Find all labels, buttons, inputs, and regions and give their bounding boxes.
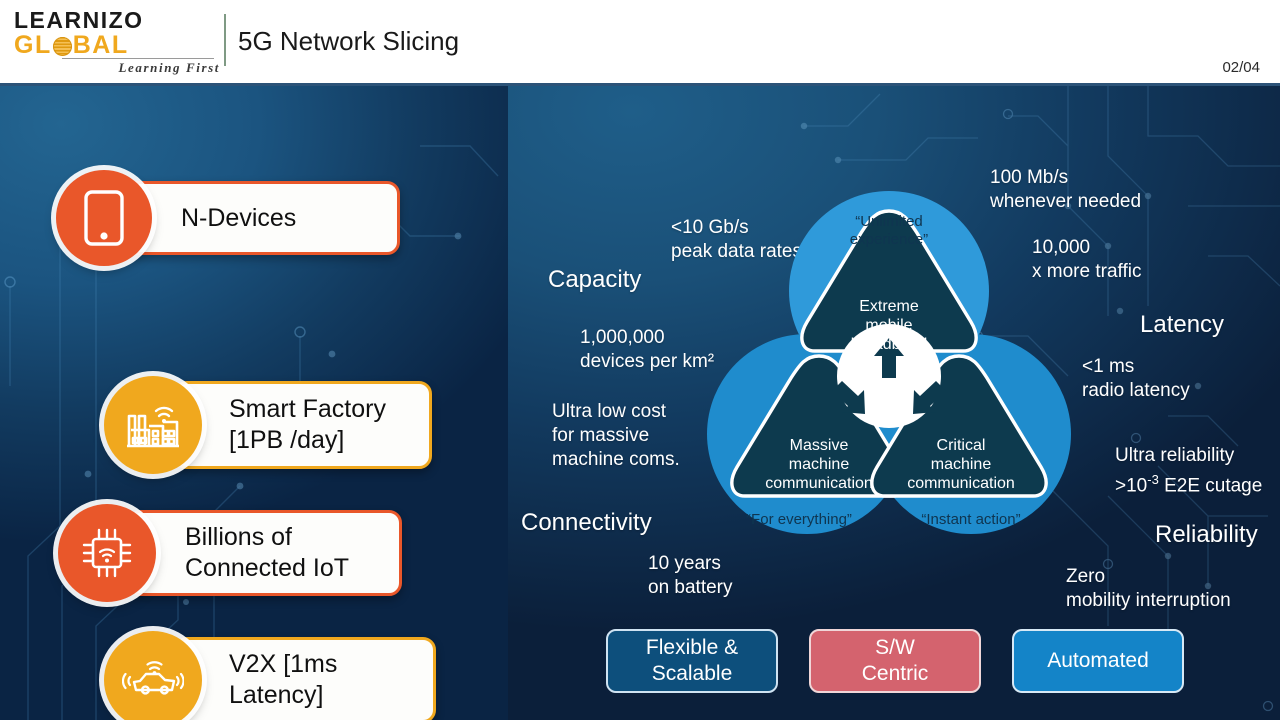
iot-chip-icon	[82, 528, 132, 578]
header-divider	[224, 14, 226, 66]
left-card-label: Smart Factory [1PB /day]	[229, 395, 386, 454]
petal-title-left: Massive	[790, 437, 849, 454]
right-panel: Capacity Latency Connectivity Reliabilit…	[508, 86, 1280, 720]
svg-text:communication: communication	[907, 475, 1015, 492]
left-item-connected-iot[interactable]: Billions of Connected IoT	[58, 504, 402, 602]
left-card-label: Billions of Connected IoT	[185, 523, 349, 582]
logo-divider-rule	[62, 58, 214, 59]
logo-global-prefix: GL	[14, 31, 52, 59]
left-card-connected-iot[interactable]: Billions of Connected IoT	[128, 510, 402, 596]
slide-header: LEARNIZO GL BAL Learning First 5G Network…	[0, 0, 1280, 86]
icon-badge-smartphone	[56, 170, 152, 266]
note-zero-mobility: Zero mobility interruption	[1066, 566, 1231, 611]
left-card-label: N-Devices	[181, 203, 297, 232]
left-card-label: V2X [1ms Latency]	[229, 650, 338, 709]
petal-quote-right: “Instant action”	[921, 511, 1020, 528]
e2e-prefix: >10	[1115, 475, 1148, 497]
left-card-smart-factory[interactable]: Smart Factory [1PB /day]	[174, 381, 432, 469]
logo-text-learnizo: LEARNIZO	[14, 7, 144, 33]
connected-car-icon	[122, 661, 184, 695]
pill-label: S/W Centric	[861, 636, 929, 685]
icon-badge-factory	[104, 376, 202, 474]
note-ultra-reliability: Ultra reliability	[1115, 445, 1235, 466]
label-capacity: Capacity	[548, 266, 642, 293]
label-latency: Latency	[1140, 311, 1225, 338]
svg-text:communication: communication	[765, 475, 873, 492]
pill-flexible-scalable[interactable]: Flexible & Scalable	[606, 629, 778, 693]
pill-automated[interactable]: Automated	[1012, 629, 1184, 693]
note-battery-life: 10 years on battery	[648, 553, 733, 598]
icon-badge-connected-car	[104, 631, 202, 720]
svg-text:experience”: experience”	[850, 231, 928, 248]
left-card-v2x[interactable]: V2X [1ms Latency]	[174, 637, 436, 720]
note-e2e-outage: >10-3 E2E cutage	[1115, 468, 1262, 498]
label-reliability: Reliability	[1155, 521, 1258, 548]
slide-root: LEARNIZO GL BAL Learning First 5G Network…	[0, 0, 1280, 720]
pill-label: Automated	[1047, 649, 1149, 672]
svg-text:machine: machine	[789, 456, 850, 473]
left-item-v2x[interactable]: V2X [1ms Latency]	[104, 631, 436, 720]
petal-quote-left: “For everything”	[746, 511, 852, 528]
logo-text-global: GL BAL	[14, 32, 214, 58]
note-ultra-low-cost: Ultra low cost for massive machine coms.	[552, 401, 680, 470]
petal-quote-top: “Unlimited	[855, 213, 923, 230]
globe-icon	[52, 37, 72, 56]
svg-text:machine: machine	[931, 456, 992, 473]
factory-icon	[127, 406, 179, 448]
label-connectivity: Connectivity	[521, 509, 652, 536]
brand-logo: LEARNIZO GL BAL Learning First	[14, 7, 218, 75]
petal-title-top: Extreme	[859, 298, 919, 315]
trefoil-diagram: Extreme mobile broadband Massive machine…	[707, 191, 1071, 534]
e2e-suffix: E2E cutage	[1164, 475, 1263, 497]
left-item-smart-factory[interactable]: Smart Factory [1PB /day]	[104, 376, 432, 474]
left-panel: N-Devices Smart Factory [1PB /day] Billi…	[0, 86, 508, 720]
note-radio-latency: <1 ms radio latency	[1082, 356, 1190, 401]
logo-tagline: Learning First	[118, 60, 220, 75]
svg-text:mobile: mobile	[865, 317, 912, 334]
page-number: 02/04	[1222, 59, 1260, 76]
svg-text:broadband: broadband	[851, 336, 928, 353]
left-item-n-devices[interactable]: N-Devices	[56, 170, 400, 266]
icon-badge-iot-chip	[58, 504, 156, 602]
smartphone-icon	[84, 190, 124, 246]
page-title: 5G Network Slicing	[238, 26, 460, 56]
left-card-n-devices[interactable]: N-Devices	[124, 181, 400, 255]
petal-title-right: Critical	[937, 437, 986, 454]
pill-sw-centric[interactable]: S/W Centric	[809, 629, 981, 693]
e2e-exponent: -3	[1147, 472, 1159, 487]
pill-label: Flexible & Scalable	[645, 636, 739, 685]
logo-global-suffix: BAL	[72, 31, 129, 59]
